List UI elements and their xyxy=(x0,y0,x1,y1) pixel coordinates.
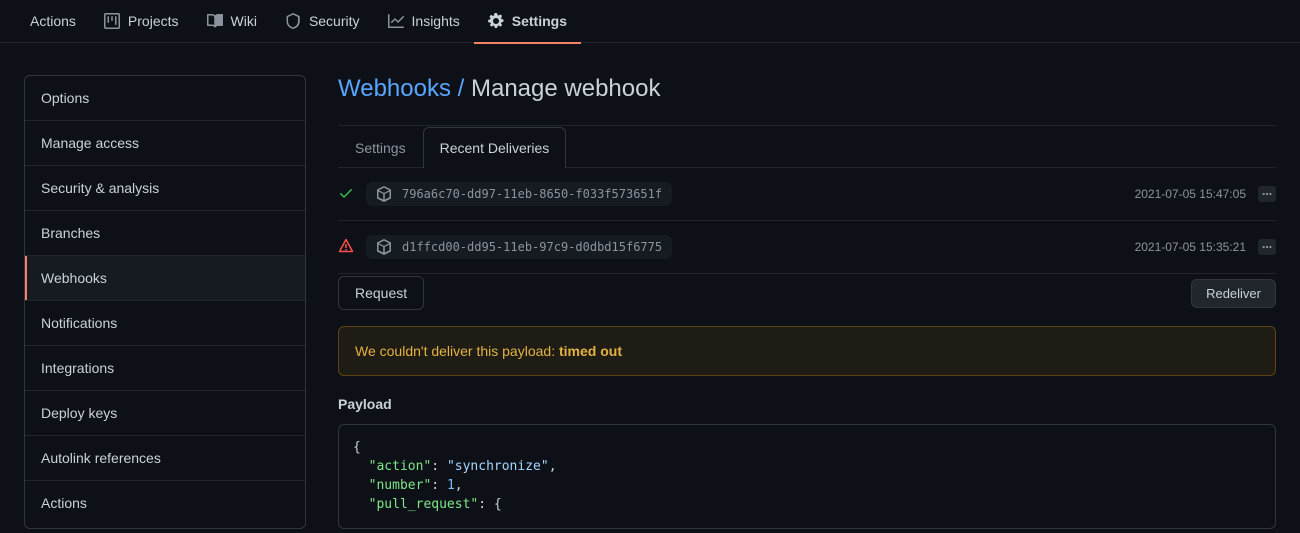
redeliver-label: Redeliver xyxy=(1206,286,1261,301)
sidebar-item-security-analysis[interactable]: Security & analysis xyxy=(25,166,305,211)
payload-code: { "action": "synchronize", "number": 1, … xyxy=(338,424,1276,529)
sidebar-item-label: Integrations xyxy=(41,360,114,376)
alert-reason: timed out xyxy=(559,343,622,359)
gear-icon xyxy=(488,13,504,29)
delivery-id-badge: d1ffcd00-dd95-11eb-97c9-d0dbd15f6775 xyxy=(366,235,672,259)
tab-label: Wiki xyxy=(231,13,257,29)
sidebar-item-branches[interactable]: Branches xyxy=(25,211,305,256)
tab-label: Insights xyxy=(412,13,460,29)
sidebar-item-label: Notifications xyxy=(41,315,117,331)
tab-security[interactable]: Security xyxy=(271,0,374,43)
tab-label: Projects xyxy=(128,13,179,29)
sidebar-item-options[interactable]: Options xyxy=(25,76,305,121)
tab-label: Security xyxy=(309,13,360,29)
sidebar-item-notifications[interactable]: Notifications xyxy=(25,301,305,346)
sidebar-item-label: Branches xyxy=(41,225,100,241)
tab-label: Actions xyxy=(30,13,76,29)
delivery-time: 2021-07-05 15:35:21 xyxy=(1135,240,1246,254)
sidebar-item-label: Actions xyxy=(41,495,87,511)
alert-text: We couldn't deliver this payload: xyxy=(355,343,559,359)
package-icon xyxy=(376,239,392,255)
subtab-settings[interactable]: Settings xyxy=(338,127,423,168)
subtab-label: Settings xyxy=(355,140,406,156)
sidebar-item-deploy-keys[interactable]: Deploy keys xyxy=(25,391,305,436)
graph-icon xyxy=(388,13,404,29)
delivery-row[interactable]: d1ffcd00-dd95-11eb-97c9-d0dbd15f6775 202… xyxy=(338,221,1276,274)
delivery-id: 796a6c70-dd97-11eb-8650-f033f573651f xyxy=(402,187,662,201)
sidebar-item-actions[interactable]: Actions xyxy=(25,481,305,525)
payload-heading: Payload xyxy=(338,396,1276,412)
breadcrumb-separator: / xyxy=(458,75,465,102)
breadcrumb-current: Manage webhook xyxy=(471,75,660,102)
subtab-recent-deliveries[interactable]: Recent Deliveries xyxy=(423,127,567,168)
repo-tabs: Actions Projects Wiki Security Insights … xyxy=(0,0,1300,43)
request-tab-label: Request xyxy=(355,285,407,301)
request-bar: Request Redeliver xyxy=(338,276,1276,310)
webhook-subtabs: Settings Recent Deliveries xyxy=(338,126,1276,168)
sidebar-item-integrations[interactable]: Integrations xyxy=(25,346,305,391)
tab-wiki[interactable]: Wiki xyxy=(193,0,271,43)
delivery-row[interactable]: 796a6c70-dd97-11eb-8650-f033f573651f 202… xyxy=(338,168,1276,221)
sidebar-item-webhooks[interactable]: Webhooks xyxy=(25,256,305,301)
sidebar-item-label: Deploy keys xyxy=(41,405,117,421)
main-content: Webhooks / Manage webhook Settings Recen… xyxy=(338,75,1276,529)
projects-icon xyxy=(104,13,120,29)
sidebar-item-label: Webhooks xyxy=(41,270,107,286)
breadcrumb: Webhooks / Manage webhook xyxy=(338,75,1276,126)
check-icon xyxy=(338,185,354,204)
sidebar-item-label: Options xyxy=(41,90,89,106)
warn-icon xyxy=(338,238,354,257)
kebab-menu[interactable] xyxy=(1258,239,1276,255)
sidebar-item-manage-access[interactable]: Manage access xyxy=(25,121,305,166)
deliveries-list: 796a6c70-dd97-11eb-8650-f033f573651f 202… xyxy=(338,168,1276,274)
sidebar-item-label: Manage access xyxy=(41,135,139,151)
settings-sidebar: Options Manage access Security & analysi… xyxy=(24,75,306,529)
kebab-icon xyxy=(1261,241,1273,253)
tab-settings[interactable]: Settings xyxy=(474,0,581,43)
request-tab[interactable]: Request xyxy=(338,276,424,310)
delivery-id-badge: 796a6c70-dd97-11eb-8650-f033f573651f xyxy=(366,182,672,206)
sidebar-item-autolink[interactable]: Autolink references xyxy=(25,436,305,481)
kebab-menu[interactable] xyxy=(1258,186,1276,202)
delivery-error-alert: We couldn't deliver this payload: timed … xyxy=(338,326,1276,376)
book-icon xyxy=(207,13,223,29)
breadcrumb-parent[interactable]: Webhooks xyxy=(338,75,451,102)
sidebar-item-label: Security & analysis xyxy=(41,180,159,196)
sidebar-item-label: Autolink references xyxy=(41,450,161,466)
redeliver-button[interactable]: Redeliver xyxy=(1191,279,1276,308)
shield-icon xyxy=(285,13,301,29)
tab-insights[interactable]: Insights xyxy=(374,0,474,43)
tab-projects[interactable]: Projects xyxy=(90,0,193,43)
kebab-icon xyxy=(1261,188,1273,200)
tab-label: Settings xyxy=(512,13,567,29)
package-icon xyxy=(376,186,392,202)
delivery-time: 2021-07-05 15:47:05 xyxy=(1135,187,1246,201)
tab-actions[interactable]: Actions xyxy=(16,0,90,43)
delivery-id: d1ffcd00-dd95-11eb-97c9-d0dbd15f6775 xyxy=(402,240,662,254)
subtab-label: Recent Deliveries xyxy=(440,140,550,156)
